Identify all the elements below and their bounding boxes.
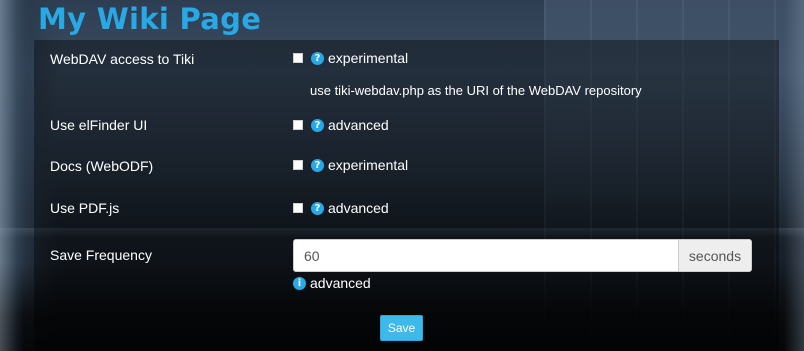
save-frequency-input-group: seconds xyxy=(293,239,752,272)
window-frame-left xyxy=(0,0,24,351)
setting-tag-save-frequency: advanced xyxy=(310,275,371,291)
setting-control-docs: ? experimental xyxy=(293,157,408,173)
question-circle-icon[interactable]: ? xyxy=(311,201,324,215)
save-button[interactable]: Save xyxy=(380,315,423,341)
setting-tag-elfinder: advanced xyxy=(328,117,389,133)
question-circle-icon[interactable]: ? xyxy=(311,118,324,132)
page-title: My Wiki Page xyxy=(38,2,262,36)
elfinder-checkbox[interactable] xyxy=(293,120,303,130)
setting-control-pdfjs: ? advanced xyxy=(293,200,389,216)
window-frame-right xyxy=(784,0,804,351)
setting-label-elfinder: Use elFinder UI xyxy=(50,117,148,133)
setting-label-pdfjs: Use PDF.js xyxy=(50,200,120,216)
setting-label-webdav: WebDAV access to Tiki xyxy=(50,51,195,67)
question-circle-icon[interactable]: ? xyxy=(311,51,324,65)
save-frequency-unit: seconds xyxy=(678,240,751,271)
pdfjs-checkbox[interactable] xyxy=(293,203,303,213)
setting-label-docs: Docs (WebODF) xyxy=(50,158,154,174)
setting-tag-webdav: experimental xyxy=(328,50,409,66)
setting-hint-webdav: use tiki-webdav.php as the URI of the We… xyxy=(310,83,642,98)
setting-control-save-frequency: i advanced xyxy=(293,275,371,291)
info-circle-icon[interactable]: i xyxy=(293,276,306,290)
save-frequency-input[interactable] xyxy=(294,240,678,271)
setting-control-webdav: ? experimental xyxy=(293,50,408,66)
question-circle-icon[interactable]: ? xyxy=(311,158,324,172)
setting-tag-pdfjs: advanced xyxy=(328,200,389,216)
webdav-checkbox[interactable] xyxy=(293,53,303,63)
setting-label-save-frequency: Save Frequency xyxy=(50,247,152,263)
setting-tag-docs: experimental xyxy=(328,157,409,173)
docs-checkbox[interactable] xyxy=(293,160,303,170)
setting-control-elfinder: ? advanced xyxy=(293,117,389,133)
